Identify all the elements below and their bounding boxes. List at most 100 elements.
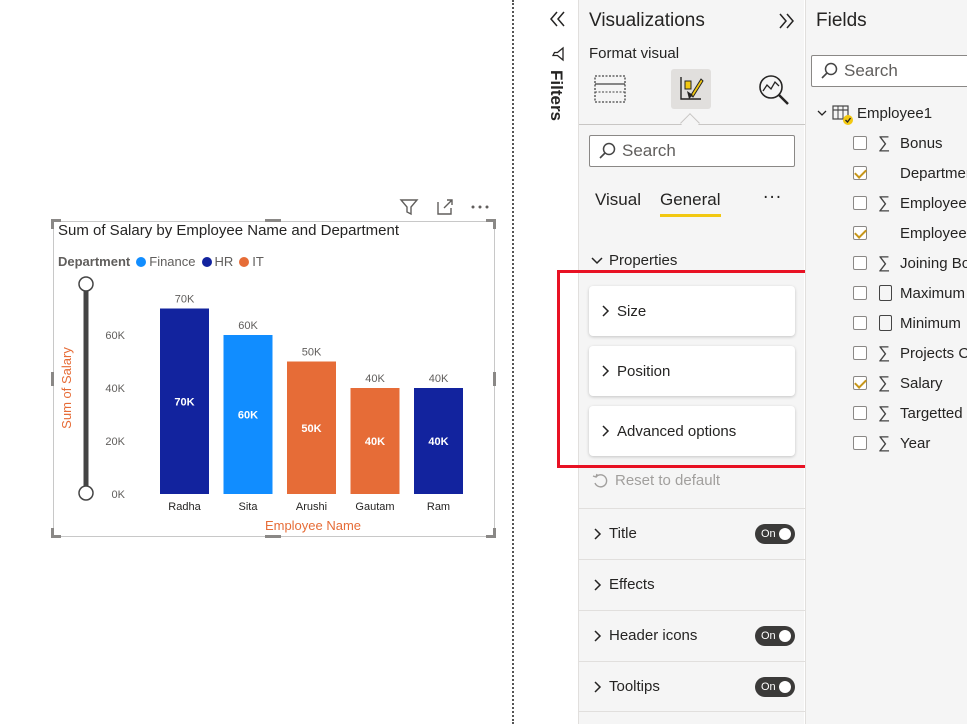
resize-handle[interactable] <box>493 372 496 386</box>
analytics-magnifier-icon[interactable] <box>756 72 792 108</box>
fields-search-input[interactable]: Search <box>811 55 967 87</box>
field-item[interactable]: ∑ Bonus <box>806 128 967 158</box>
resize-handle[interactable] <box>265 219 281 222</box>
bar-chart-visual[interactable]: Sum of Salary by Employee Name and Depar… <box>53 221 495 537</box>
field-item[interactable]: Employee <box>806 218 967 248</box>
field-checkbox[interactable] <box>853 226 867 240</box>
section-label: Tooltips <box>609 678 660 695</box>
sigma-icon: ∑ <box>878 403 891 422</box>
paintbrush-icon <box>680 77 704 100</box>
y-tick-label: 0K <box>112 489 126 501</box>
reset-icon <box>592 473 608 488</box>
x-tick-label: Arushi <box>296 501 327 513</box>
resize-handle[interactable] <box>493 528 496 538</box>
reset-to-default-button[interactable]: Reset to default <box>592 472 720 489</box>
more-options-icon[interactable] <box>469 197 491 217</box>
more-tabs-button[interactable]: ··· <box>763 188 782 208</box>
resize-handle[interactable] <box>493 219 496 229</box>
field-item[interactable]: ∑ Joining Bo <box>806 248 967 278</box>
y-axis-title: Sum of Salary <box>59 347 74 429</box>
field-item[interactable]: Maximum <box>806 278 967 308</box>
field-checkbox[interactable] <box>853 316 867 330</box>
section-label: Header icons <box>609 627 698 644</box>
field-item[interactable]: Minimum <box>806 308 967 338</box>
section-divider <box>579 711 805 712</box>
title-toggle[interactable]: On <box>755 523 795 544</box>
bar-data-label: 40K <box>429 373 449 385</box>
search-icon <box>599 142 616 159</box>
field-checkbox[interactable] <box>853 286 867 300</box>
format-visual-label: Format visual <box>589 45 680 62</box>
field-label: Salary <box>900 374 943 392</box>
zoom-slider-handle-top[interactable] <box>78 276 94 292</box>
tab-general[interactable]: General <box>660 190 720 210</box>
search-icon <box>821 62 838 79</box>
table-icon <box>832 105 853 125</box>
resize-handle[interactable] <box>265 535 281 538</box>
resize-handle[interactable] <box>51 219 54 229</box>
fields-pane: Fields Search Employee1 ∑ Bonus Departmen ∑… <box>805 0 967 724</box>
bar-inner-label: 60K <box>238 410 258 422</box>
field-checkbox[interactable] <box>853 436 867 450</box>
format-visual-tab[interactable] <box>671 69 711 109</box>
highlight-box <box>557 270 824 468</box>
section-label: Title <box>609 525 637 542</box>
properties-label: Properties <box>609 252 678 269</box>
field-label: Departmen <box>900 164 967 182</box>
field-checkbox[interactable] <box>853 196 867 210</box>
report-canvas[interactable]: Sum of Salary by Employee Name and Depar… <box>0 0 512 724</box>
title-section[interactable]: Title On <box>579 508 805 558</box>
field-item[interactable]: ∑ Projects Co <box>806 338 967 368</box>
build-visual-icon[interactable] <box>593 72 627 106</box>
double-chevron-left-icon[interactable] <box>548 10 568 28</box>
section-label: Effects <box>609 576 655 593</box>
resize-handle[interactable] <box>51 528 54 538</box>
field-item[interactable]: ∑ Year <box>806 428 967 458</box>
bar-inner-label: 70K <box>174 396 194 408</box>
field-checkbox[interactable] <box>853 136 867 150</box>
chevron-down-icon <box>817 110 827 116</box>
filters-label-container[interactable]: Filters <box>546 70 568 140</box>
field-item[interactable]: ∑ Salary <box>806 368 967 398</box>
field-label: Minimum <box>900 314 961 332</box>
zoom-slider-handle-bottom[interactable] <box>78 485 94 501</box>
header-icons-section[interactable]: Header icons On <box>579 610 805 660</box>
field-label: Targetted <box>900 404 963 422</box>
table-node-employee1[interactable]: Employee1 <box>806 98 967 128</box>
tooltips-section[interactable]: Tooltips On <box>579 661 805 711</box>
effects-section[interactable]: Effects <box>579 559 805 609</box>
sigma-icon: ∑ <box>878 253 891 272</box>
y-tick-label: 20K <box>105 436 125 448</box>
sigma-icon: ∑ <box>878 193 891 212</box>
filter-icon[interactable] <box>398 197 420 217</box>
properties-group-header[interactable]: Properties <box>589 252 677 269</box>
field-checkbox[interactable] <box>853 376 867 390</box>
canvas-divider <box>512 0 514 724</box>
x-tick-label: Gautam <box>355 501 394 513</box>
tooltips-toggle[interactable]: On <box>755 676 795 697</box>
toggle-knob <box>779 680 791 693</box>
calculator-icon <box>879 315 892 331</box>
double-chevron-right-icon[interactable] <box>776 12 796 30</box>
field-label: Employee <box>900 224 967 242</box>
field-checkbox[interactable] <box>853 346 867 360</box>
fields-search-placeholder: Search <box>844 61 898 80</box>
field-checkbox[interactable] <box>853 406 867 420</box>
filters-label: Filters <box>547 70 566 122</box>
viz-search-input[interactable]: Search <box>589 135 795 167</box>
header-icons-toggle[interactable]: On <box>755 625 795 646</box>
resize-handle[interactable] <box>51 372 54 386</box>
field-item[interactable]: ∑ Targetted <box>806 398 967 428</box>
bar-data-label: 70K <box>175 294 195 306</box>
focus-mode-icon[interactable] <box>434 197 456 217</box>
reset-label: Reset to default <box>615 472 721 489</box>
x-tick-label: Radha <box>168 501 201 513</box>
field-checkbox[interactable] <box>853 166 867 180</box>
field-checkbox[interactable] <box>853 256 867 270</box>
toggle-text: On <box>761 527 776 540</box>
tab-visual[interactable]: Visual <box>595 190 641 210</box>
field-item[interactable]: ∑ Employee <box>806 188 967 218</box>
field-label: Year <box>900 434 931 452</box>
field-item[interactable]: Departmen <box>806 158 967 188</box>
sigma-icon: ∑ <box>878 133 891 152</box>
